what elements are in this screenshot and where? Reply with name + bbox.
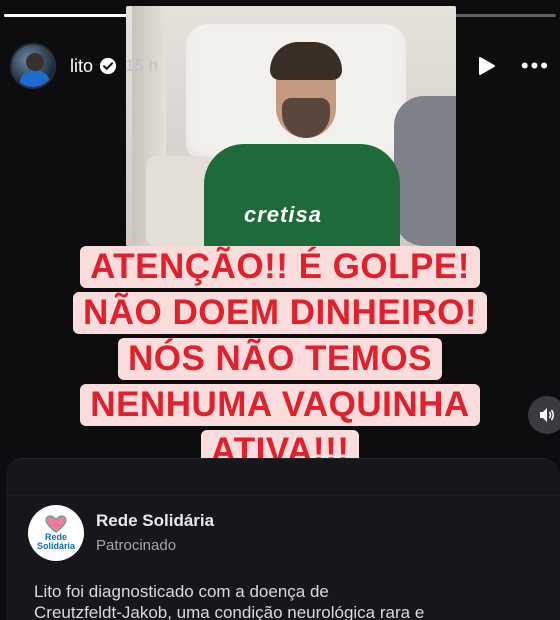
heart-icon bbox=[45, 515, 67, 533]
card-divider bbox=[6, 495, 560, 496]
bed-arm bbox=[394, 96, 456, 246]
progress-segment bbox=[4, 14, 144, 17]
warning-overlay: ATENÇÃO!! É GOLPE! NÃO DOEM DINHEIRO! NÓ… bbox=[0, 246, 560, 472]
username[interactable]: lito bbox=[70, 56, 93, 77]
play-icon[interactable] bbox=[475, 55, 497, 77]
warning-line: ATENÇÃO!! É GOLPE! bbox=[80, 246, 480, 288]
warning-line: NÃO DOEM DINHEIRO! bbox=[73, 292, 487, 334]
verified-badge-icon bbox=[99, 57, 117, 75]
avatar[interactable] bbox=[10, 43, 56, 89]
story-viewer: cretisa lito 15 h ••• ATENÇÃO!! É GOLPE!… bbox=[0, 0, 560, 620]
volume-icon bbox=[540, 408, 555, 422]
warning-line: NENHUMA VAQUINHA bbox=[80, 384, 480, 426]
more-options-icon[interactable]: ••• bbox=[521, 53, 550, 79]
sponsored-card[interactable]: Rede Solidária Rede Solidária Patrocinad… bbox=[6, 458, 560, 620]
logo-text: Solidária bbox=[36, 541, 75, 551]
warning-line: NÓS NÃO TEMOS bbox=[117, 338, 443, 380]
story-header: lito 15 h ••• bbox=[10, 38, 550, 94]
ad-text-line: Creutzfeldt-Jakob, uma condição neurológ… bbox=[34, 603, 425, 620]
progress-fill bbox=[4, 14, 144, 17]
volume-button[interactable] bbox=[528, 396, 560, 434]
post-time: 15 h bbox=[125, 56, 159, 75]
advertiser-name[interactable]: Rede Solidária bbox=[96, 511, 214, 531]
person-shirt bbox=[204, 144, 400, 246]
shirt-sponsor-text: cretisa bbox=[244, 202, 322, 227]
sponsored-label: Patrocinado bbox=[96, 537, 177, 554]
brand-logo[interactable]: Rede Solidária bbox=[28, 505, 84, 561]
ad-text: Lito foi diagnosticado com a doença de C… bbox=[34, 581, 560, 620]
ad-text-line: Lito foi diagnosticado com a doença de bbox=[34, 582, 329, 601]
